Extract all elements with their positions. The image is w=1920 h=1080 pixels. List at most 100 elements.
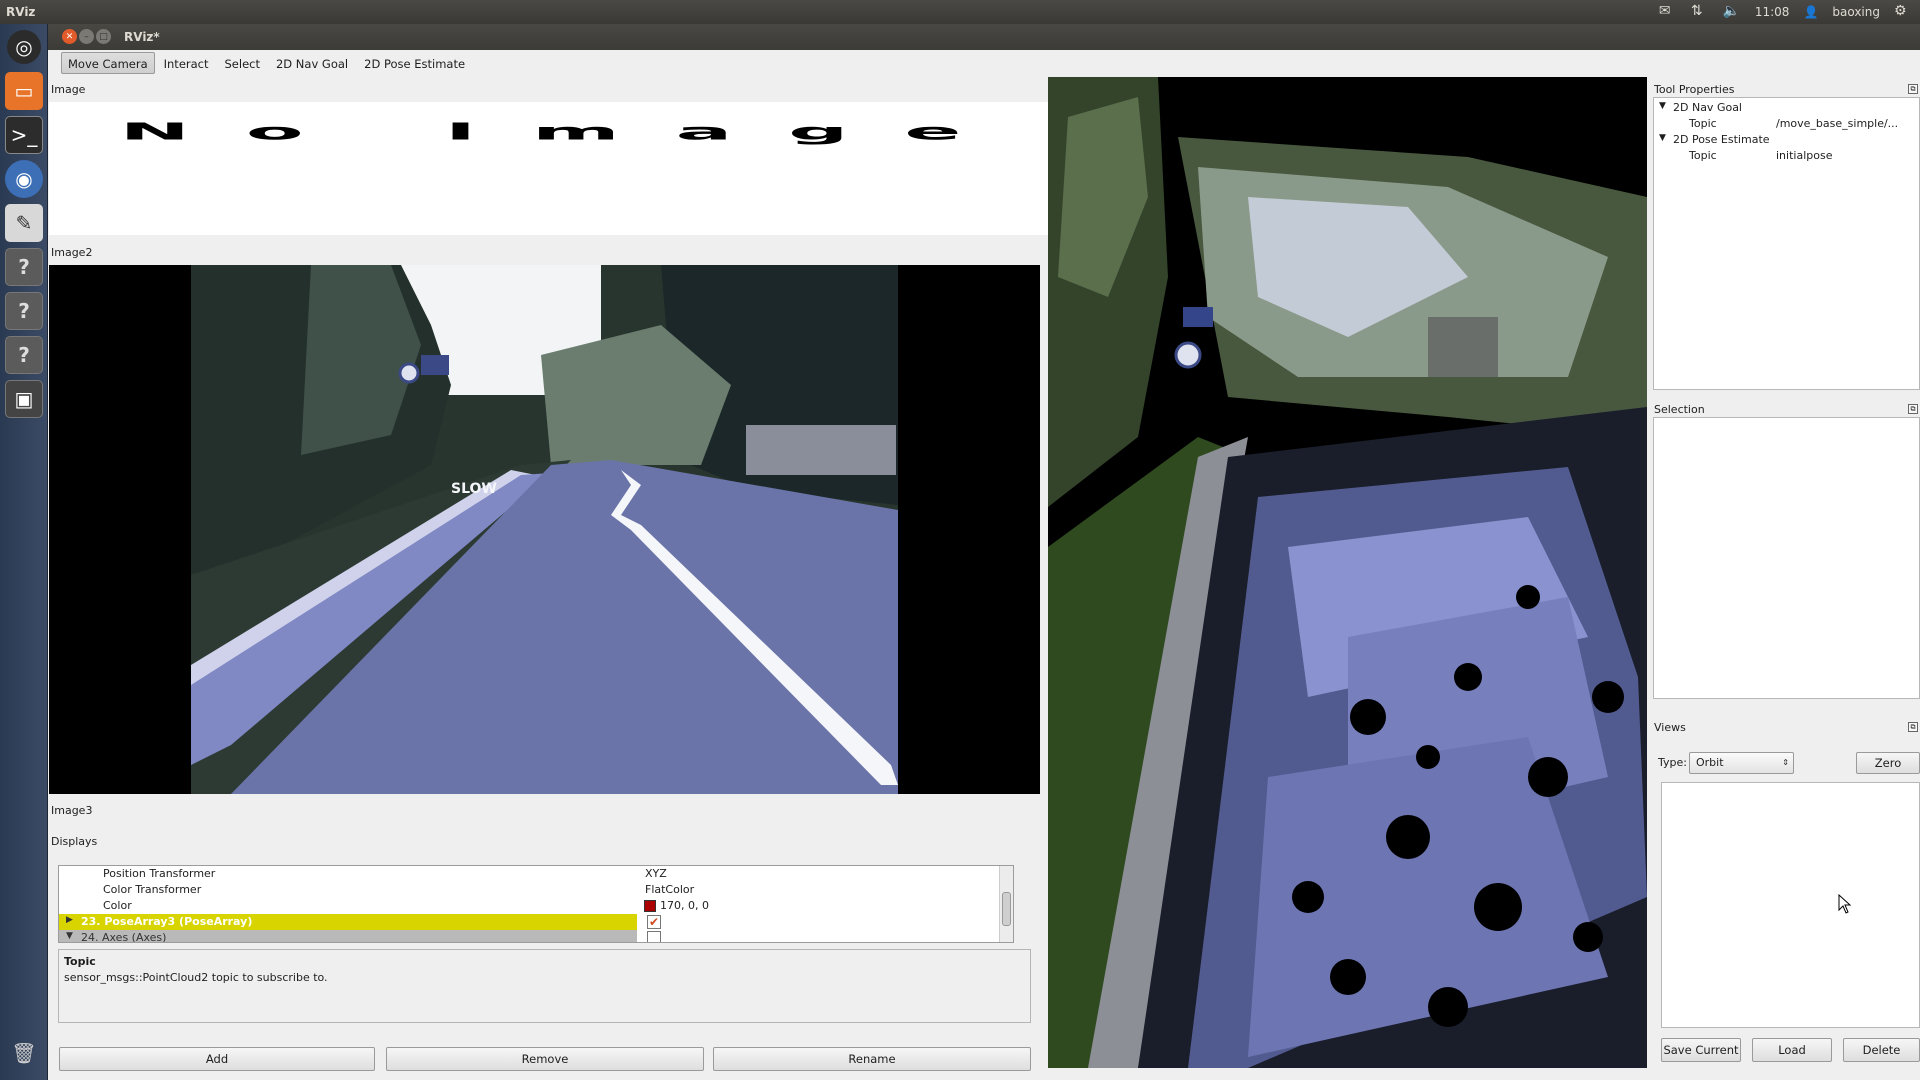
- terminal-icon[interactable]: >_: [5, 116, 43, 154]
- load-view-button[interactable]: Load: [1752, 1038, 1832, 1062]
- 3d-render-view[interactable]: [1048, 77, 1647, 1068]
- rviz-window: ✕ – □ RViz* Move Camera Interact Select …: [48, 24, 1920, 1080]
- unknown-app-icon[interactable]: ?: [5, 248, 43, 286]
- user-icon[interactable]: 👤: [1803, 5, 1818, 19]
- system-app-name: RViz: [6, 5, 36, 19]
- trash-icon[interactable]: 🗑: [5, 1034, 43, 1072]
- tool-properties-title: Tool Properties: [1654, 83, 1735, 96]
- property-value[interactable]: FlatColor: [645, 883, 694, 896]
- add-display-button[interactable]: Add: [59, 1047, 375, 1071]
- image-panel-view: No Image: [49, 102, 1088, 235]
- display-name: 24. Axes (Axes): [81, 931, 167, 943]
- workspace-switcher-icon[interactable]: ▣: [5, 380, 43, 418]
- collapse-arrow-icon[interactable]: ▼: [66, 931, 73, 941]
- selection-controls: ⧉: [1908, 404, 1918, 414]
- displays-tree[interactable]: Position Transformer XYZ Color Transform…: [58, 865, 1014, 943]
- unknown-app-icon[interactable]: ?: [5, 292, 43, 330]
- maximize-window-button[interactable]: □: [96, 29, 111, 44]
- tool-properties-tree[interactable]: ▼ 2D Nav Goal Topic /move_base_simple/..…: [1653, 97, 1920, 390]
- property-name: Color: [103, 899, 132, 912]
- window-title: RViz*: [124, 30, 160, 44]
- property-help-box: Topic sensor_msgs::PointCloud2 topic to …: [58, 949, 1031, 1023]
- tool-select[interactable]: Select: [218, 52, 267, 74]
- undock-icon[interactable]: ⧉: [1908, 722, 1918, 732]
- display-property-row[interactable]: Color Transformer FlatColor: [59, 882, 999, 898]
- display-property-row[interactable]: Color 170, 0, 0: [59, 898, 999, 914]
- views-controls: ⧉: [1908, 722, 1918, 732]
- property-value[interactable]: XYZ: [645, 867, 667, 880]
- tool-group-pose-estimate[interactable]: 2D Pose Estimate: [1673, 133, 1770, 146]
- displays-scrollbar[interactable]: [999, 866, 1013, 942]
- spin-arrows-icon: ⇕: [1782, 758, 1789, 767]
- browser-icon[interactable]: ◉: [5, 160, 43, 198]
- help-text: sensor_msgs::PointCloud2 topic to subscr…: [64, 971, 328, 984]
- tool-property-value[interactable]: /move_base_simple/...: [1776, 117, 1898, 130]
- unknown-app-icon[interactable]: ?: [5, 336, 43, 374]
- settings-gear-icon[interactable]: ⚙: [1894, 3, 1912, 21]
- collapse-arrow-icon[interactable]: ▼: [1659, 101, 1666, 111]
- image3-panel-title: Image3: [51, 804, 93, 817]
- road-slow-marking: SLOW: [451, 481, 497, 497]
- views-type-label: Type:: [1658, 756, 1687, 769]
- color-swatch[interactable]: [644, 900, 656, 912]
- files-icon[interactable]: ▭: [5, 72, 43, 110]
- selection-title: Selection: [1654, 403, 1705, 416]
- image2-panel-view: SLOW: [49, 265, 1040, 794]
- volume-icon[interactable]: 🔈: [1723, 3, 1741, 21]
- property-name: Position Transformer: [103, 867, 216, 880]
- mouse-pointer-icon: [1838, 894, 1852, 914]
- mail-icon[interactable]: ✉: [1659, 3, 1677, 21]
- minimize-window-button[interactable]: –: [79, 29, 94, 44]
- right-panels: Tool Properties ⧉ ▼ 2D Nav Goal Topic /m…: [1648, 77, 1920, 1080]
- property-value[interactable]: 170, 0, 0: [660, 899, 709, 912]
- image2-panel-title: Image2: [51, 246, 93, 259]
- tool-move-camera[interactable]: Move Camera: [61, 52, 155, 74]
- undock-icon[interactable]: ⧉: [1908, 84, 1918, 94]
- scrollbar-thumb[interactable]: [1002, 892, 1011, 926]
- network-icon[interactable]: ⇅: [1691, 3, 1709, 21]
- views-list[interactable]: [1661, 782, 1920, 1028]
- collapse-arrow-icon[interactable]: ▼: [1659, 133, 1666, 143]
- display-row-axes[interactable]: ▼ 24. Axes (Axes): [59, 930, 637, 943]
- selection-tree[interactable]: [1653, 417, 1920, 699]
- close-window-button[interactable]: ✕: [62, 29, 77, 44]
- displays-panel-title: Displays: [51, 835, 98, 848]
- text-editor-icon[interactable]: ✎: [5, 204, 43, 242]
- help-title: Topic: [64, 955, 96, 968]
- user-name[interactable]: baoxing: [1832, 5, 1880, 19]
- tool-interact[interactable]: Interact: [157, 52, 216, 74]
- tool-group-nav-goal[interactable]: 2D Nav Goal: [1673, 101, 1742, 114]
- system-top-bar: RViz ✉ ⇅ 🔈 11:08 👤 baoxing ⚙: [0, 0, 1920, 24]
- save-current-view-button[interactable]: Save Current: [1661, 1038, 1741, 1062]
- views-zero-button[interactable]: Zero: [1856, 752, 1920, 774]
- tools-toolbar: Move Camera Interact Select 2D Nav Goal …: [48, 50, 1920, 76]
- display-name: 23. PoseArray3 (PoseArray): [81, 915, 253, 928]
- property-name: Color Transformer: [103, 883, 202, 896]
- expand-arrow-icon[interactable]: ▶: [66, 915, 73, 925]
- system-tray: ✉ ⇅ 🔈 11:08 👤 baoxing ⚙: [1659, 3, 1912, 21]
- point-cloud-scene: [1048, 77, 1647, 1068]
- enabled-checkbox[interactable]: [647, 931, 661, 942]
- views-type-value: Orbit: [1696, 756, 1724, 769]
- enabled-checkbox[interactable]: ✔: [647, 915, 661, 929]
- clock[interactable]: 11:08: [1755, 5, 1790, 19]
- tool-properties-controls: ⧉: [1908, 84, 1918, 94]
- launcher: ◎ ▭ >_ ◉ ✎ ? ? ? ▣ 🗑: [0, 24, 48, 1080]
- dash-home-icon[interactable]: ◎: [7, 30, 41, 64]
- delete-view-button[interactable]: Delete: [1843, 1038, 1920, 1062]
- remove-display-button[interactable]: Remove: [386, 1047, 704, 1071]
- views-type-select[interactable]: Orbit ⇕: [1689, 752, 1794, 774]
- display-property-row[interactable]: Position Transformer XYZ: [59, 866, 999, 882]
- tool-2d-nav-goal[interactable]: 2D Nav Goal: [269, 52, 355, 74]
- tool-property-value[interactable]: initialpose: [1776, 149, 1832, 162]
- window-titlebar: ✕ – □ RViz*: [48, 24, 1920, 50]
- tool-property-key: Topic: [1689, 149, 1717, 162]
- undock-icon[interactable]: ⧉: [1908, 404, 1918, 414]
- no-image-text: No Image: [119, 118, 1018, 145]
- views-title: Views: [1654, 721, 1686, 734]
- rename-display-button[interactable]: Rename: [713, 1047, 1031, 1071]
- display-row-posearray3[interactable]: ▶ 23. PoseArray3 (PoseArray): [59, 914, 637, 930]
- tool-2d-pose-estimate[interactable]: 2D Pose Estimate: [357, 52, 472, 74]
- camera-street-image: SLOW: [191, 265, 898, 794]
- tool-property-key: Topic: [1689, 117, 1717, 130]
